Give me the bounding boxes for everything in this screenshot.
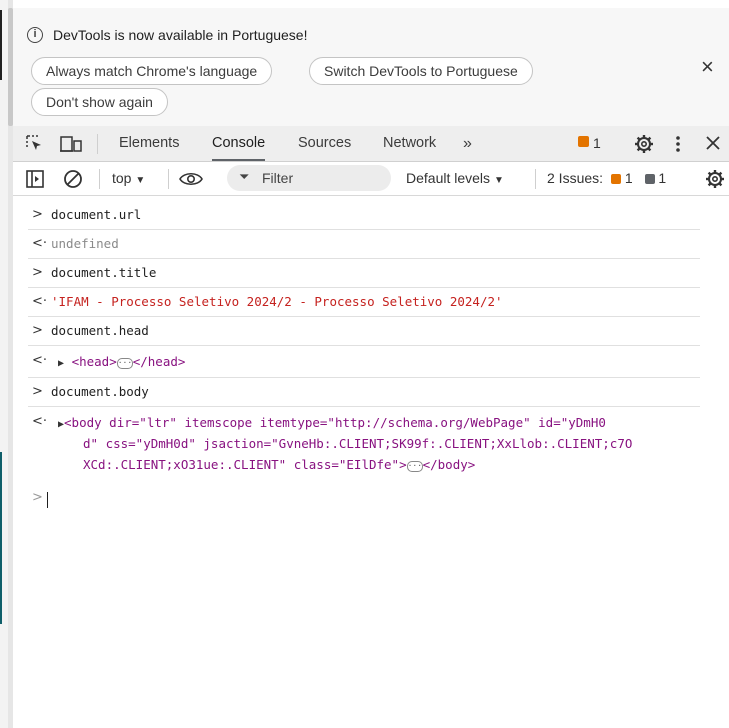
- inspect-element-icon[interactable]: [26, 135, 44, 153]
- console-input-caret[interactable]: [47, 492, 48, 508]
- body-tag-line-2: d" css="yDmH0d" jsaction="GvneHb:.CLIENT…: [83, 436, 633, 451]
- console-output-row: <· undefined: [28, 229, 700, 259]
- info-issue-icon: [644, 174, 655, 184]
- settings-gear-icon[interactable]: [634, 134, 654, 154]
- info-issue-count: 1: [658, 170, 667, 186]
- console-output-text: undefined: [51, 236, 119, 251]
- tab-sources[interactable]: Sources: [298, 126, 351, 161]
- toolbar-divider: [97, 134, 98, 154]
- issues-label: 2 Issues:: [547, 170, 604, 186]
- chevron-down-icon: ▼: [135, 175, 146, 186]
- console-input-text: document.title: [51, 265, 157, 280]
- body-tag-line-3: XCd:.CLIENT;xO31ue:.CLIENT" class="EIlDf…: [83, 457, 475, 472]
- more-tabs-icon[interactable]: »: [463, 126, 472, 161]
- expand-triangle-icon[interactable]: ▶: [58, 358, 64, 369]
- issues-counter[interactable]: 2 Issues: 1 1: [547, 170, 666, 186]
- console-output-row: <· ▶ <head>···</head>: [28, 345, 700, 378]
- toolbar-divider: [168, 169, 169, 189]
- warning-issue-count: 1: [624, 170, 633, 186]
- close-devtools-icon[interactable]: [706, 136, 720, 150]
- console-input-text: document.url: [51, 207, 142, 222]
- language-infobar: i DevTools is now available in Portugues…: [13, 8, 729, 126]
- console-prompt-icon: >: [32, 490, 43, 505]
- live-expression-eye-icon[interactable]: [179, 170, 203, 188]
- console-toolbar: top ▼ ⏷ Filter Default levels ▼ 2 Issues…: [13, 162, 729, 196]
- console-input-row[interactable]: > document.head: [28, 316, 700, 346]
- console-input-text: document.head: [51, 323, 149, 338]
- console-input-text: document.body: [51, 384, 149, 399]
- tab-elements[interactable]: Elements: [119, 126, 179, 161]
- filter-placeholder: Filter: [262, 170, 294, 186]
- clear-console-icon[interactable]: [63, 169, 83, 189]
- input-prompt-icon: >: [32, 207, 43, 222]
- chevron-down-icon: ▼: [493, 175, 504, 186]
- always-match-language-button[interactable]: Always match Chrome's language: [31, 57, 273, 85]
- dont-show-again-button[interactable]: Don't show again: [31, 88, 168, 116]
- switch-to-portuguese-button[interactable]: Switch DevTools to Portuguese: [309, 57, 533, 85]
- output-prompt-icon: <·: [32, 294, 48, 309]
- output-prompt-icon: <·: [32, 414, 48, 429]
- ellipsis-icon[interactable]: ···: [116, 358, 133, 369]
- console-output-row: <· 'IFAM - Processo Seletivo 2024/2 - Pr…: [28, 287, 700, 317]
- console-output-row: <· ▶<body dir="ltr" itemscope itemtype="…: [28, 406, 700, 480]
- console-input-row[interactable]: > document.url: [28, 200, 700, 230]
- head-close-tag: </head>: [132, 354, 186, 369]
- console-input-row[interactable]: > document.body: [28, 377, 700, 407]
- head-element-node[interactable]: ▶ <head>···</head>: [58, 354, 185, 369]
- filter-input[interactable]: ⏷ Filter: [227, 165, 391, 191]
- log-levels-dropdown[interactable]: Default levels ▼: [406, 170, 504, 186]
- body-element-node[interactable]: ▶<body dir="ltr" itemscope itemtype="htt…: [58, 415, 606, 430]
- info-icon: i: [27, 27, 43, 43]
- ellipsis-icon[interactable]: ···: [406, 461, 423, 472]
- more-options-icon[interactable]: [675, 135, 681, 153]
- close-icon[interactable]: ×: [701, 56, 714, 78]
- output-prompt-icon: <·: [32, 353, 48, 368]
- body-tag-line-3-start: XCd:.CLIENT;xO31ue:.CLIENT" class="EIlDf…: [83, 457, 407, 472]
- context-label: top: [112, 170, 132, 186]
- sidebar-toggle-icon[interactable]: [26, 170, 44, 188]
- input-prompt-icon: >: [32, 265, 43, 280]
- warning-issue-icon: [610, 174, 621, 184]
- devtools-main-toolbar: Elements Console Sources Network » 1: [13, 126, 729, 162]
- output-prompt-icon: <·: [32, 236, 48, 251]
- toolbar-divider: [535, 169, 536, 189]
- toolbar-divider: [99, 169, 100, 189]
- body-close-tag: </body>: [422, 457, 476, 472]
- page-edge-dark: [0, 10, 2, 80]
- console-output-string: 'IFAM - Processo Seletivo 2024/2 - Proce…: [51, 294, 503, 309]
- tab-network[interactable]: Network: [383, 126, 436, 161]
- body-tag-line-1: <body dir="ltr" itemscope itemtype="http…: [64, 415, 606, 430]
- console-settings-gear-icon[interactable]: [705, 169, 725, 189]
- issues-count[interactable]: 1: [593, 135, 601, 151]
- issues-warning-icon[interactable]: [578, 136, 589, 147]
- input-prompt-icon: >: [32, 384, 43, 399]
- context-selector[interactable]: top ▼: [112, 170, 145, 186]
- filter-icon: ⏷: [239, 169, 250, 184]
- tab-console[interactable]: Console: [212, 126, 266, 161]
- head-open-tag: <head>: [71, 354, 117, 369]
- input-prompt-icon: >: [32, 323, 43, 338]
- device-toolbar-icon[interactable]: [60, 135, 82, 153]
- levels-label: Default levels: [406, 170, 491, 186]
- page-edge-teal: [0, 452, 2, 624]
- infobar-message: DevTools is now available in Portuguese!: [53, 27, 308, 43]
- console-input-row[interactable]: > document.title: [28, 258, 700, 288]
